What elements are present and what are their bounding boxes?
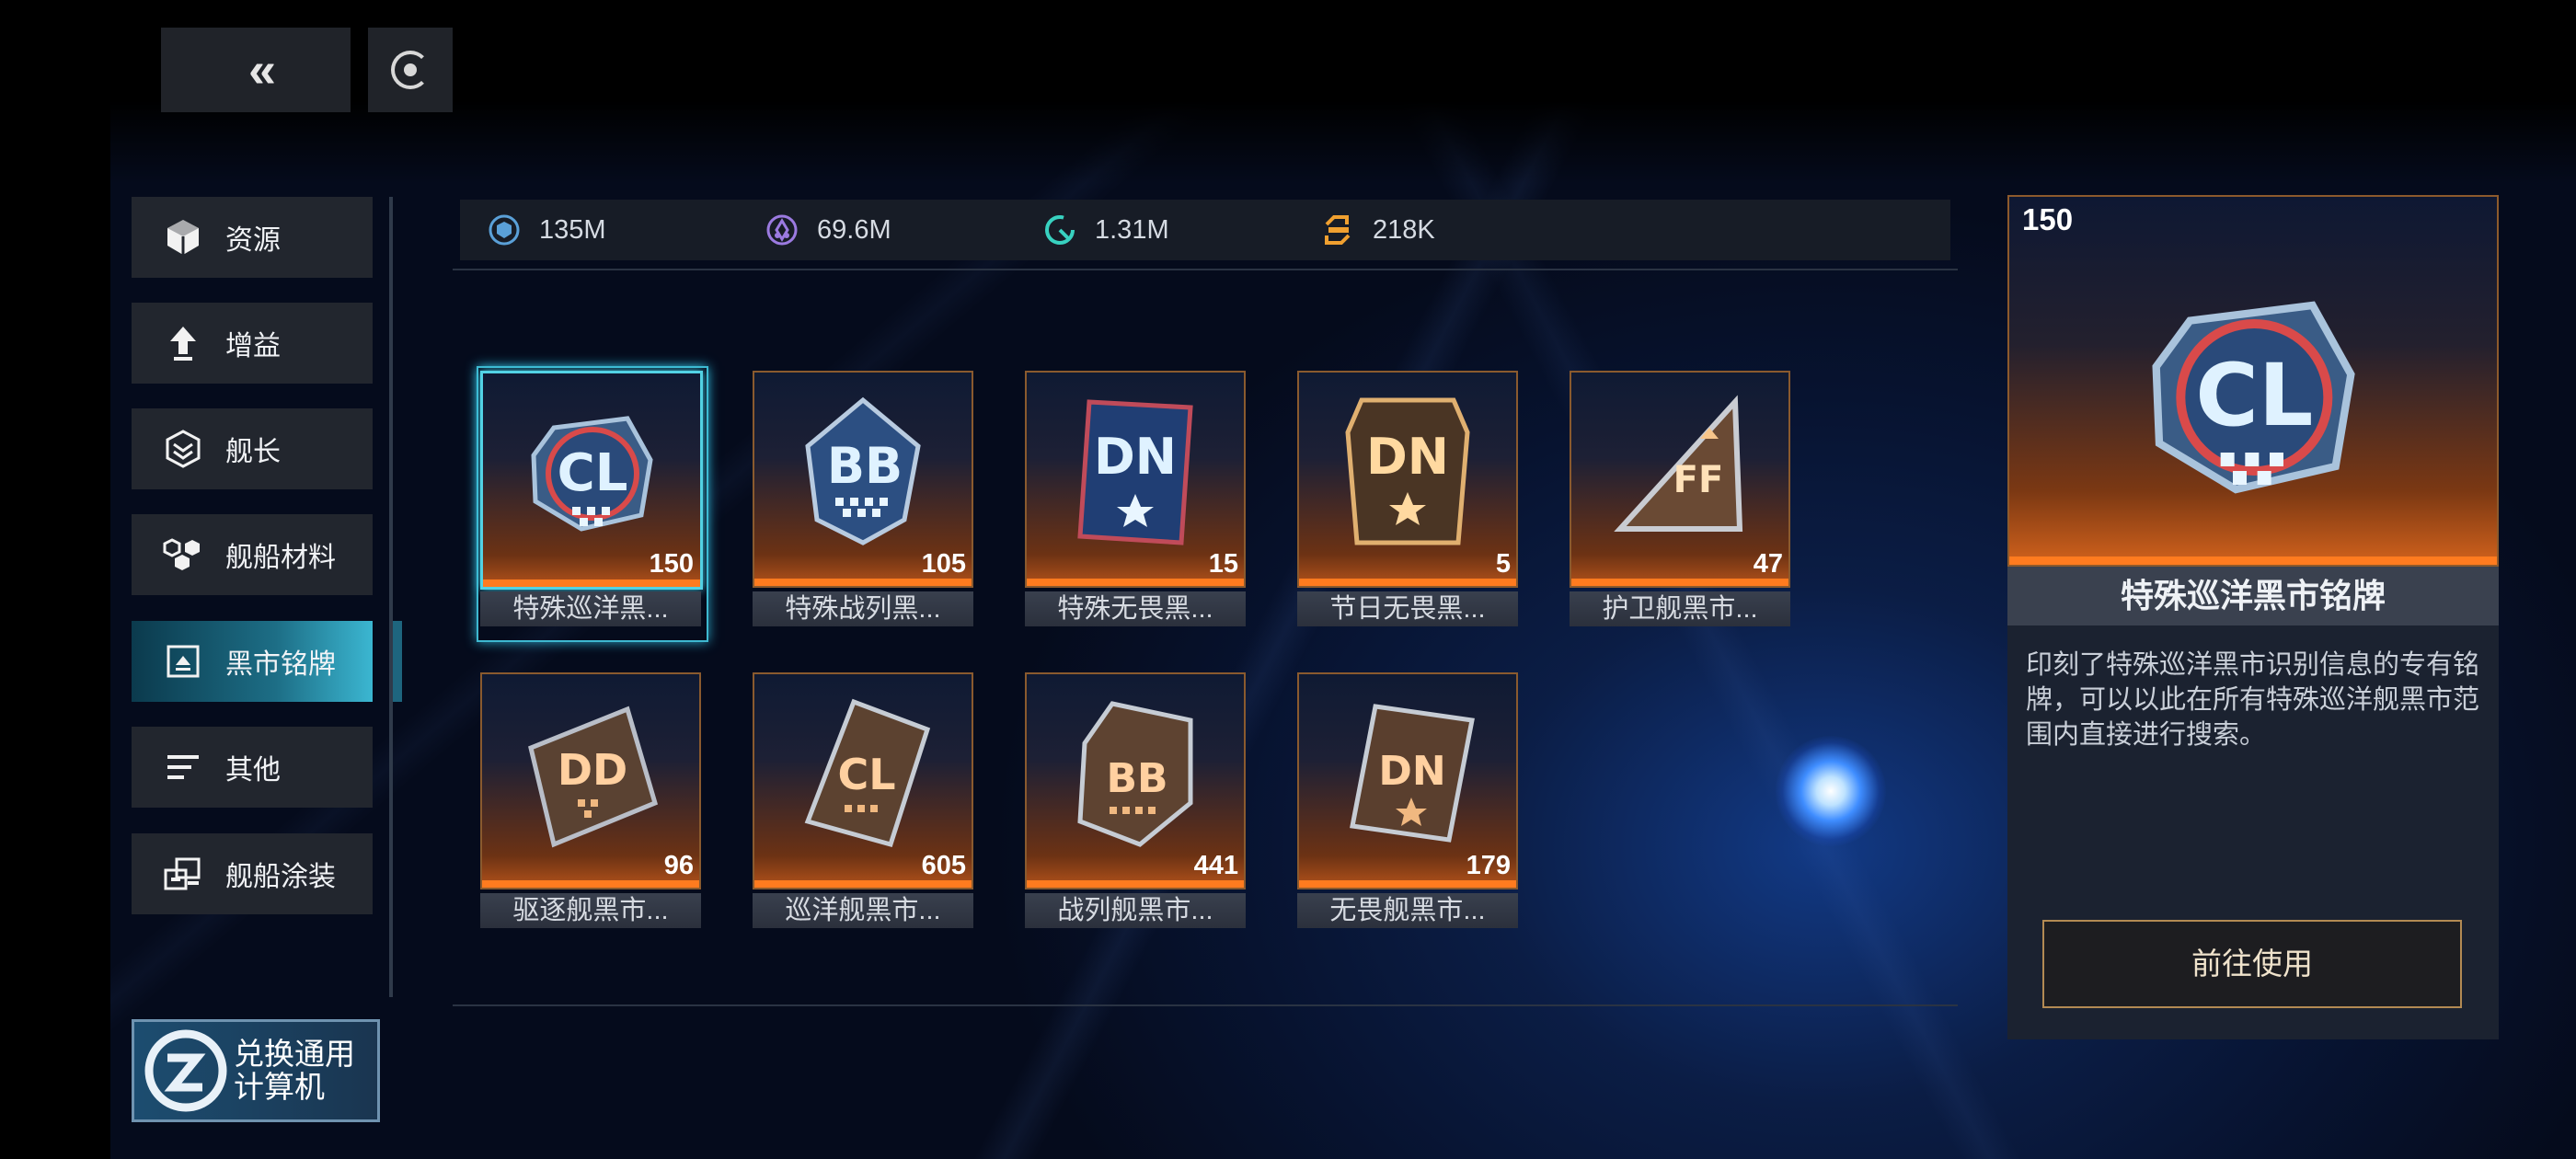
cl-badge-large-icon: CL bbox=[2152, 301, 2355, 494]
item-detail-panel: 150 CL 特殊巡洋黑市铭牌 印刻了特殊巡洋黑市识别信息的专有铭牌，可以以此在… bbox=[2007, 195, 2499, 1039]
svg-text:CL: CL bbox=[837, 750, 895, 799]
bb-normal-badge-icon: BB bbox=[1077, 701, 1193, 847]
svg-text:CL: CL bbox=[558, 443, 628, 503]
sidebar-item-label: 其他 bbox=[225, 755, 281, 786]
detail-title: 特殊巡洋黑市铭牌 bbox=[2007, 567, 2499, 625]
item-count: 15 bbox=[1208, 549, 1238, 579]
hex-cluster-icon bbox=[161, 533, 205, 577]
exchange-computer-button[interactable]: 兑换通用 计算机 bbox=[132, 1019, 380, 1122]
item-name: 特殊巡洋黑... bbox=[480, 591, 701, 626]
deuterium-icon bbox=[1045, 215, 1075, 245]
resource-value: 135M bbox=[539, 214, 606, 245]
svg-text:DN: DN bbox=[1366, 428, 1449, 486]
sidebar-item-label: 舰船材料 bbox=[225, 543, 336, 573]
item-count: 96 bbox=[663, 851, 694, 880]
credit-icon bbox=[1325, 215, 1351, 245]
item-card[interactable]: DN 15 特殊无畏黑... bbox=[1025, 371, 1246, 626]
back-button[interactable]: « bbox=[161, 28, 351, 112]
item-card[interactable]: DN 179 无畏舰黑市... bbox=[1297, 672, 1518, 928]
resource-bar-divider bbox=[453, 269, 1958, 270]
resource-metal: 135M bbox=[488, 200, 606, 260]
detail-description: 印刻了特殊巡洋黑市识别信息的专有铭牌，可以以此在所有特殊巡洋舰黑市范围内直接进行… bbox=[2026, 650, 2480, 750]
item-name: 驱逐舰黑市... bbox=[480, 893, 701, 928]
sidebar-item-other[interactable]: 其他 bbox=[132, 727, 373, 808]
item-name: 节日无畏黑... bbox=[1297, 591, 1518, 626]
grid-bottom-divider bbox=[453, 1004, 1958, 1006]
sidebar-item-label: 增益 bbox=[225, 331, 281, 361]
item-card[interactable]: BB 441 战列舰黑市... bbox=[1025, 672, 1246, 928]
svg-text:BB: BB bbox=[1106, 755, 1167, 802]
cl-badge-icon: CL bbox=[531, 416, 653, 532]
festival-dn-badge-icon: DN bbox=[1345, 397, 1470, 545]
sidebar-item-captain[interactable]: 舰长 bbox=[132, 408, 373, 489]
refresh-button[interactable] bbox=[368, 28, 453, 112]
exchange-label: 兑换通用 计算机 bbox=[234, 1038, 355, 1104]
detail-count: 150 bbox=[2022, 202, 2074, 236]
item-card[interactable]: FF 47 护卫舰黑市... bbox=[1570, 371, 1790, 626]
paint-ship-icon bbox=[161, 852, 205, 896]
sidebar-item-label: 舰长 bbox=[225, 437, 281, 467]
sidebar-item-label: 黑市铭牌 bbox=[225, 649, 336, 680]
item-count: 105 bbox=[921, 549, 966, 579]
dn-normal-badge-icon: DN bbox=[1350, 704, 1475, 843]
sidebar-divider bbox=[389, 197, 393, 997]
item-name: 战列舰黑市... bbox=[1025, 893, 1246, 928]
bb-badge-icon: BB bbox=[805, 396, 921, 545]
resource-bar: 135M 69.6M 1.31M 218K bbox=[460, 200, 1950, 260]
resource-value: 218K bbox=[1373, 214, 1435, 245]
dd-badge-icon: DD bbox=[528, 706, 659, 848]
svg-text:DD: DD bbox=[558, 745, 627, 795]
sidebar-item-resources[interactable]: 资源 bbox=[132, 197, 373, 278]
item-name: 护卫舰黑市... bbox=[1570, 591, 1790, 626]
go-use-button[interactable]: 前往使用 bbox=[2042, 920, 2462, 1008]
double-chevron-left-icon: « bbox=[247, 42, 276, 98]
item-count: 179 bbox=[1466, 851, 1511, 880]
ff-badge-icon: FF bbox=[1614, 395, 1743, 532]
sidebar-item-black-market-badge[interactable]: 黑市铭牌 bbox=[132, 621, 402, 702]
hexagon-badge-icon bbox=[161, 427, 205, 471]
svg-text:DN: DN bbox=[1378, 748, 1445, 795]
item-card[interactable]: CL 605 巡洋舰黑市... bbox=[753, 672, 973, 928]
sidebar-item-ship-skins[interactable]: 舰船涂装 bbox=[132, 833, 373, 914]
sidebar-item-ship-materials[interactable]: 舰船材料 bbox=[132, 514, 373, 595]
item-card[interactable]: BB 105 特殊战列黑... bbox=[753, 371, 973, 626]
energy-orb-decoration bbox=[1776, 736, 1886, 846]
sidebar-item-label: 资源 bbox=[225, 225, 281, 256]
item-name: 巡洋舰黑市... bbox=[753, 893, 973, 928]
exchange-label-line1: 兑换通用 bbox=[234, 1037, 355, 1071]
item-card[interactable]: DD 96 驱逐舰黑市... bbox=[480, 672, 701, 928]
zl-logo-icon bbox=[144, 1029, 227, 1112]
svg-text:BB: BB bbox=[827, 437, 903, 495]
up-arrow-icon bbox=[161, 321, 205, 365]
list-lines-icon bbox=[161, 745, 205, 789]
item-count: 47 bbox=[1753, 549, 1783, 579]
sidebar-item-buffs[interactable]: 增益 bbox=[132, 303, 373, 384]
metal-icon bbox=[489, 214, 520, 246]
resource-credit: 218K bbox=[1321, 200, 1435, 260]
resource-value: 1.31M bbox=[1095, 214, 1169, 245]
resource-deuterium: 1.31M bbox=[1043, 200, 1169, 260]
crystal-icon bbox=[766, 214, 798, 246]
refresh-icon bbox=[391, 51, 430, 89]
item-count: 150 bbox=[649, 549, 694, 579]
item-name: 特殊战列黑... bbox=[753, 591, 973, 626]
item-card[interactable]: DN 5 节日无畏黑... bbox=[1297, 371, 1518, 626]
item-name: 无畏舰黑市... bbox=[1297, 893, 1518, 928]
resource-crystal: 69.6M bbox=[765, 200, 891, 260]
cl-normal-badge-icon: CL bbox=[804, 698, 931, 848]
svg-text:DN: DN bbox=[1094, 428, 1177, 486]
svg-text:FF: FF bbox=[1673, 459, 1724, 501]
dn-badge-icon: DN bbox=[1077, 399, 1193, 545]
item-count: 441 bbox=[1193, 851, 1238, 880]
resource-value: 69.6M bbox=[817, 214, 891, 245]
item-count: 5 bbox=[1495, 549, 1511, 579]
item-card[interactable]: CL 150 特殊巡洋黑... bbox=[480, 371, 703, 626]
exchange-label-line2: 计算机 bbox=[234, 1070, 325, 1104]
sidebar-item-label: 舰船涂装 bbox=[225, 862, 336, 892]
item-count: 605 bbox=[921, 851, 966, 880]
cube-icon bbox=[161, 215, 205, 259]
badge-frame-icon bbox=[161, 639, 205, 683]
item-name: 特殊无畏黑... bbox=[1025, 591, 1246, 626]
svg-text:CL: CL bbox=[2195, 346, 2313, 446]
